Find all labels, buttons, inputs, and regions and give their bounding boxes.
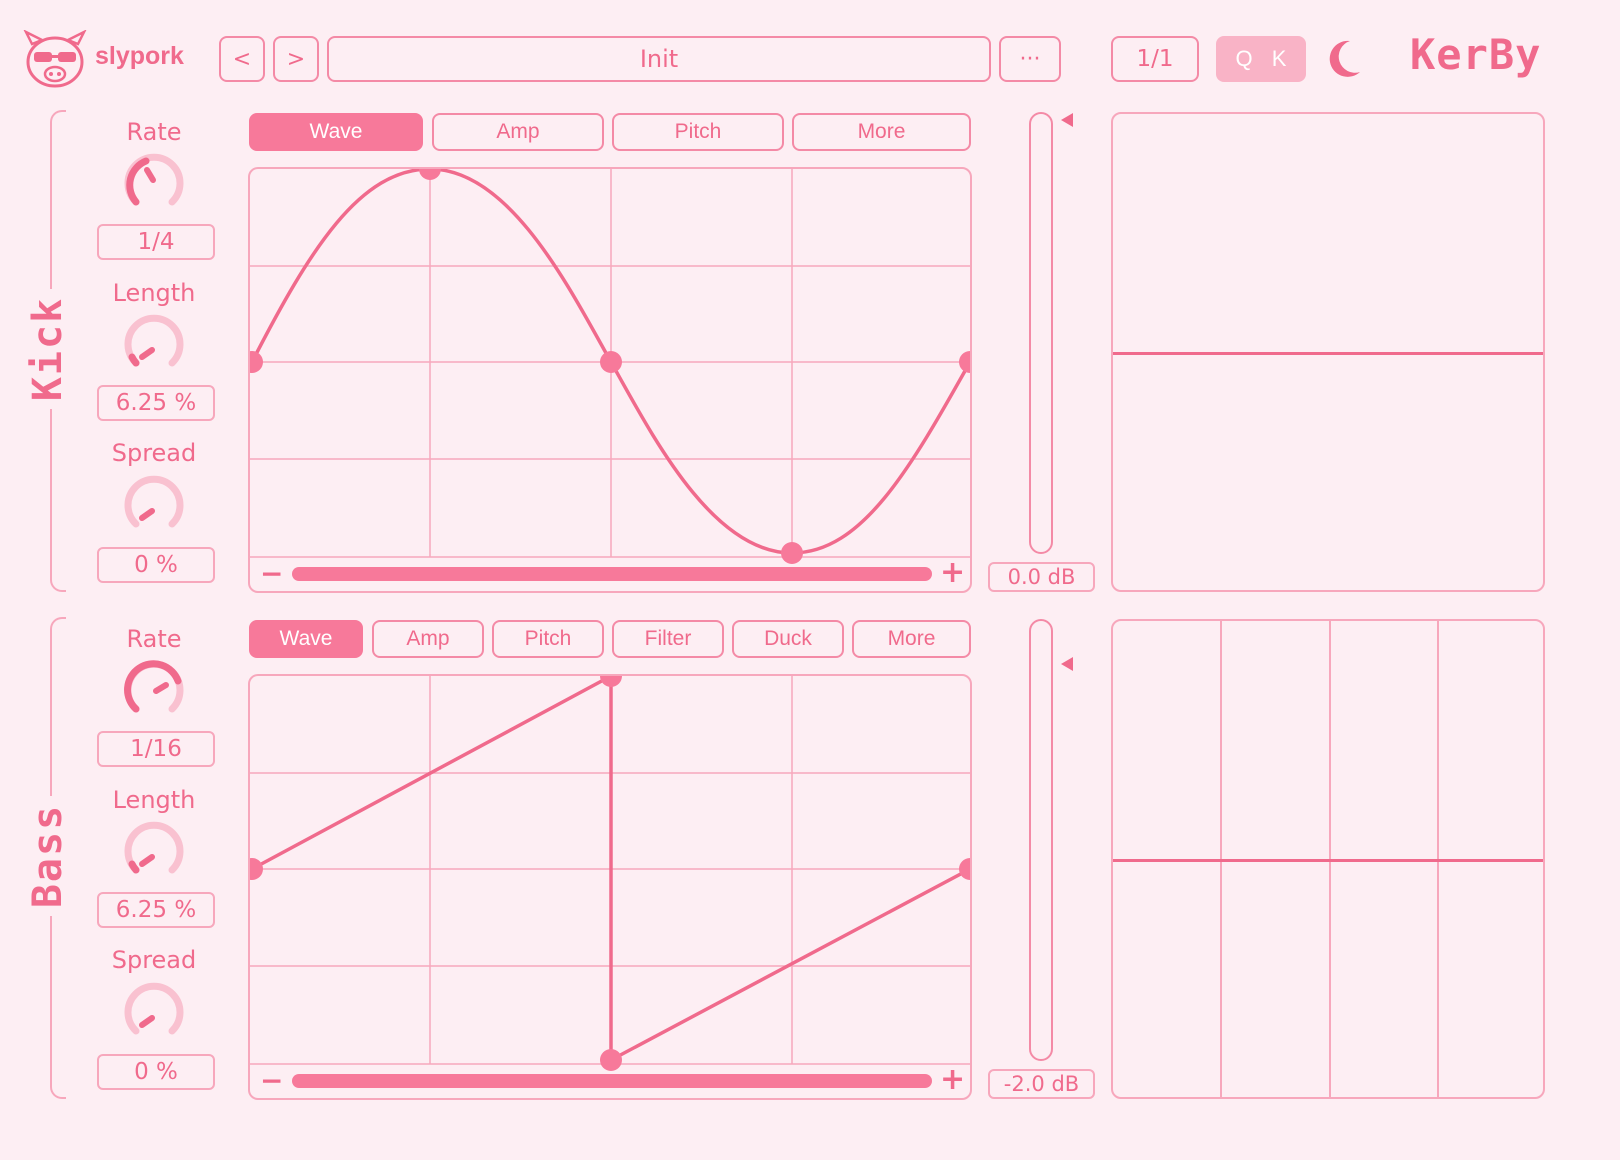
bass-length-label: Length [112, 786, 196, 814]
bass-zoom-in-button[interactable]: + [940, 1062, 965, 1097]
bass-wave-svg[interactable] [250, 676, 972, 1100]
bass-spread-value[interactable]: 0 % [97, 1054, 215, 1090]
next-preset-button[interactable]: > [273, 36, 319, 82]
kick-tab-more[interactable]: More [792, 113, 971, 151]
bass-spread-label: Spread [111, 946, 197, 974]
prev-preset-button[interactable]: < [219, 36, 265, 82]
bass-rate-value[interactable]: 1/16 [97, 731, 215, 767]
kick-gain-slider[interactable] [1029, 112, 1053, 554]
bass-node[interactable] [250, 858, 263, 880]
kick-rate-label: Rate [126, 118, 182, 146]
q-toggle-label[interactable]: Q [1236, 46, 1253, 72]
kick-spread-value[interactable]: 0 % [97, 547, 215, 583]
kick-gain-value[interactable]: 0.0 dB [988, 562, 1095, 592]
k-toggle-label[interactable]: K [1272, 46, 1287, 72]
kick-rate-value[interactable]: 1/4 [97, 224, 215, 260]
kick-zoom-in-button[interactable]: + [940, 555, 965, 590]
bass-node[interactable] [959, 858, 972, 880]
kick-scope-line [1113, 352, 1543, 355]
product-logo: KerBy [1410, 30, 1542, 79]
bass-rate-knob[interactable] [122, 659, 186, 723]
kick-spread-knob[interactable] [122, 474, 186, 538]
bass-section-title: Bass [25, 796, 71, 916]
kick-tab-wave[interactable]: Wave [249, 113, 423, 151]
kick-section-title: Kick [25, 289, 71, 409]
bass-gain-marker-icon[interactable] [1059, 656, 1075, 672]
kick-node[interactable] [419, 169, 441, 180]
bass-spread-knob[interactable] [122, 981, 186, 1045]
bass-zoom-out-button[interactable]: − [260, 1064, 283, 1097]
brand-name: slypork [95, 42, 184, 70]
bass-tab-more[interactable]: More [852, 620, 971, 658]
kick-tab-amp[interactable]: Amp [432, 113, 604, 151]
bass-gain-slider[interactable] [1029, 619, 1053, 1061]
bass-tab-duck[interactable]: Duck [732, 620, 844, 658]
kick-wave-svg[interactable] [250, 169, 972, 593]
bass-length-value[interactable]: 6.25 % [97, 892, 215, 928]
kick-rate-knob[interactable] [122, 152, 186, 216]
preset-menu-button[interactable]: ··· [999, 36, 1061, 82]
kick-wave-editor[interactable]: − + [248, 167, 972, 593]
kick-gain-marker-icon[interactable] [1059, 112, 1075, 128]
preset-name-field[interactable]: Init [327, 36, 991, 82]
kick-zoom-scrollbar[interactable] [292, 567, 932, 581]
qk-toggle[interactable]: Q K [1216, 36, 1306, 82]
bass-tab-amp[interactable]: Amp [372, 620, 484, 658]
bass-tab-pitch[interactable]: Pitch [492, 620, 604, 658]
bass-zoom-scrollbar[interactable] [292, 1074, 932, 1088]
kick-scope [1111, 112, 1545, 592]
kick-node[interactable] [600, 351, 622, 373]
bass-gain-value[interactable]: -2.0 dB [988, 1069, 1095, 1099]
pig-icon [23, 30, 87, 88]
kick-node[interactable] [959, 351, 972, 373]
bass-rate-label: Rate [126, 625, 182, 653]
kick-node[interactable] [781, 542, 803, 564]
bass-tab-filter[interactable]: Filter [612, 620, 724, 658]
kick-length-label: Length [112, 279, 196, 307]
ratio-button[interactable]: 1/1 [1111, 36, 1199, 82]
kick-length-knob[interactable] [122, 313, 186, 377]
kick-spread-label: Spread [111, 439, 197, 467]
kick-zoom-out-button[interactable]: − [260, 557, 283, 590]
bass-tab-wave[interactable]: Wave [249, 620, 363, 658]
bass-length-knob[interactable] [122, 820, 186, 884]
bass-node[interactable] [600, 1049, 622, 1071]
kick-node[interactable] [250, 351, 263, 373]
kick-length-value[interactable]: 6.25 % [97, 385, 215, 421]
bass-scope-line [1113, 859, 1543, 862]
kick-tab-pitch[interactable]: Pitch [612, 113, 784, 151]
brand-logo: slypork [22, 30, 192, 90]
bass-wave-editor[interactable]: − + [248, 674, 972, 1100]
bass-node[interactable] [600, 676, 622, 687]
moon-icon[interactable] [1324, 38, 1364, 80]
bass-scope [1111, 619, 1545, 1099]
